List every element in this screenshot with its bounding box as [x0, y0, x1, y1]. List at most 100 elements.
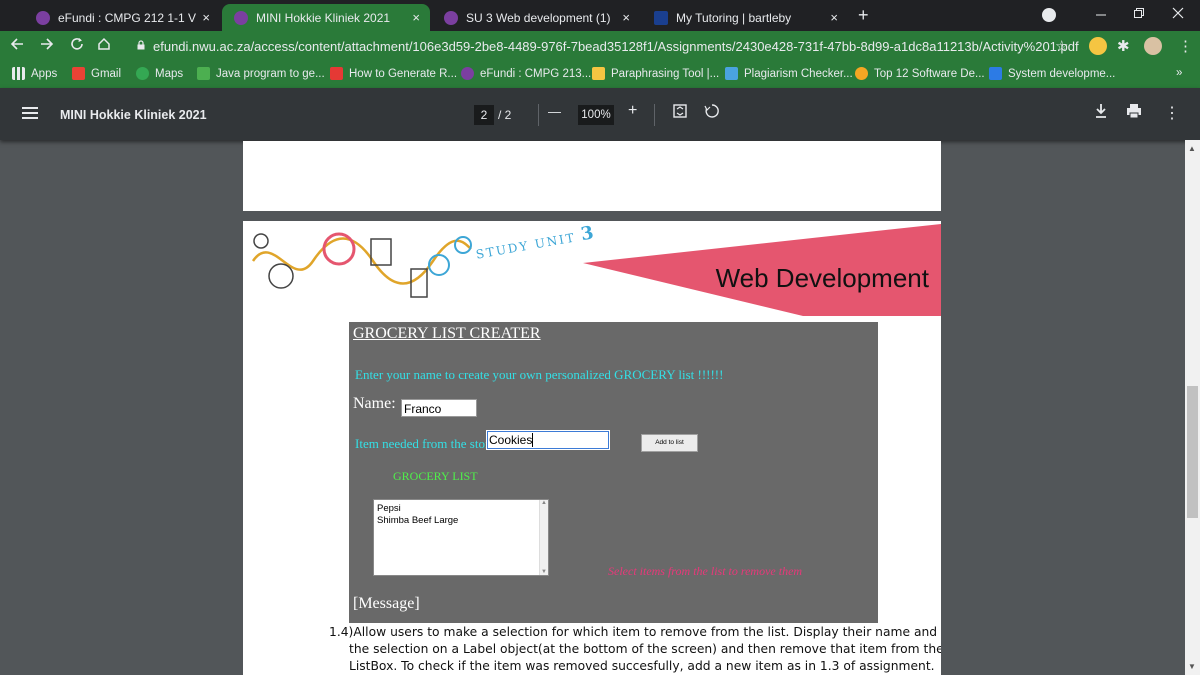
- back-arrow-icon[interactable]: [10, 37, 24, 55]
- name-label: Name:: [353, 395, 396, 412]
- page-number-input[interactable]: 2: [474, 105, 494, 125]
- list-item: Shimba Beef Large: [377, 515, 459, 526]
- efundi-favicon-icon: [36, 10, 50, 25]
- close-icon[interactable]: ×: [412, 10, 420, 25]
- close-window-icon[interactable]: [1172, 6, 1184, 22]
- name-field: Franco: [401, 399, 477, 417]
- bookmark-maps[interactable]: Maps: [136, 67, 183, 80]
- browser-menu-icon[interactable]: ⋮: [1178, 37, 1193, 55]
- scrollbar-thumb[interactable]: [1187, 386, 1198, 518]
- bookmarks-overflow-icon[interactable]: »: [1176, 67, 1182, 79]
- scroll-down-arrow-icon[interactable]: ▼: [1188, 662, 1196, 671]
- page-heading: Web Development: [715, 263, 929, 293]
- site-favicon-icon: [725, 67, 738, 80]
- close-icon[interactable]: ×: [202, 10, 210, 25]
- restore-icon[interactable]: [1133, 6, 1145, 22]
- reload-icon[interactable]: [70, 37, 84, 55]
- scroll-up-arrow-icon: ▲: [541, 500, 547, 506]
- tab-title: eFundi : CMPG 212 1-1 V 2021 : S: [58, 10, 197, 25]
- name-prompt: Enter your name to create your own perso…: [355, 367, 724, 382]
- download-icon[interactable]: [1094, 103, 1108, 124]
- efundi-favicon-icon: [444, 10, 458, 25]
- bookmark-gmail[interactable]: Gmail: [72, 67, 121, 80]
- instruction-line: the selection on a Label object(at the b…: [349, 642, 941, 656]
- previous-page-fragment: [243, 141, 941, 211]
- item-field: Cookies: [486, 430, 610, 450]
- bookmark-label: Gmail: [91, 67, 122, 80]
- pdf-toolbar: MINI Hokkie Kliniek 2021 2 / 2 — 100% + …: [0, 88, 1200, 140]
- bookmark-plagiarism-checker[interactable]: Plagiarism Checker...: [725, 67, 853, 80]
- site-favicon-icon: [330, 67, 343, 80]
- site-favicon-icon: [197, 67, 210, 80]
- grocery-list-heading: GROCERY LIST: [393, 469, 478, 483]
- form-title: GROCERY LIST CREATER: [353, 325, 541, 342]
- tab-strip: eFundi : CMPG 212 1-1 V 2021 : S × MINI …: [0, 0, 1200, 31]
- forward-arrow-icon[interactable]: [40, 37, 54, 55]
- tab-search-icon[interactable]: [1042, 8, 1056, 22]
- bookmark-label: Plagiarism Checker...: [744, 67, 853, 80]
- instruction-line: ListBox. To check if the item was remove…: [349, 659, 935, 673]
- toolbar-divider: [654, 104, 655, 126]
- bookmark-label: Maps: [155, 67, 184, 80]
- bookmark-top-12-software[interactable]: Top 12 Software De...: [855, 67, 985, 80]
- home-icon[interactable]: [97, 37, 111, 55]
- menu-hamburger-icon[interactable]: [22, 107, 38, 120]
- bookmark-how-to-generate[interactable]: How to Generate R...: [330, 67, 457, 80]
- bookmark-system-development[interactable]: System developme...: [989, 67, 1115, 80]
- lock-icon[interactable]: [136, 40, 146, 50]
- bookmark-label: Apps: [31, 67, 58, 80]
- profile-avatar[interactable]: [1144, 37, 1162, 55]
- site-favicon-icon: [989, 67, 1002, 80]
- bartleby-favicon-icon: [654, 10, 668, 25]
- apps-grid-icon: [12, 67, 25, 80]
- scroll-up-arrow-icon[interactable]: ▲: [1188, 144, 1196, 153]
- bookmark-paraphrasing-tool[interactable]: Paraphrasing Tool |...: [592, 67, 719, 80]
- zoom-out-button[interactable]: —: [548, 104, 561, 119]
- page-total: / 2: [498, 108, 512, 122]
- address-bar[interactable]: efundi.nwu.ac.za/access/content/attachme…: [153, 39, 1079, 54]
- zoom-in-button[interactable]: +: [628, 102, 637, 120]
- fit-to-page-icon[interactable]: [672, 103, 688, 124]
- bookmark-star-icon[interactable]: ☆: [1055, 37, 1068, 55]
- banner-illustration-icon: [251, 232, 472, 298]
- efundi-favicon-icon: [461, 67, 474, 80]
- tab-efundi-cmpg212[interactable]: eFundi : CMPG 212 1-1 V 2021 : S ×: [24, 4, 220, 31]
- extension-icon[interactable]: [1089, 37, 1107, 55]
- bookmark-label: System developme...: [1008, 67, 1116, 80]
- bookmarks-bar: Apps Gmail Maps Java program to ge... Ho…: [0, 61, 1200, 88]
- instructions: 1.4)Allow users to make a selection for …: [329, 624, 941, 675]
- gmail-icon: [72, 67, 85, 80]
- tab-title: SU 3 Web development (1): [466, 10, 611, 25]
- bookmark-label: Paraphrasing Tool |...: [611, 67, 720, 80]
- bookmark-label: eFundi : CMPG 213...: [480, 67, 592, 80]
- tab-title: MINI Hokkie Kliniek 2021: [256, 10, 391, 25]
- pdf-title: MINI Hokkie Kliniek 2021: [60, 108, 207, 122]
- bookmark-apps[interactable]: Apps: [12, 67, 57, 80]
- select-hint: Select items from the list to remove the…: [608, 564, 803, 578]
- more-options-icon[interactable]: ⋮: [1164, 103, 1180, 123]
- new-tab-button[interactable]: +: [858, 5, 869, 26]
- maps-pin-icon: [136, 67, 149, 80]
- site-favicon-icon: [592, 67, 605, 80]
- list-item: Pepsi: [377, 503, 401, 514]
- page-scrollbar[interactable]: ▲ ▼: [1185, 140, 1200, 675]
- minimize-icon[interactable]: [1095, 6, 1107, 22]
- bookmark-efundi-cmpg213[interactable]: eFundi : CMPG 213...: [461, 67, 591, 80]
- tab-su3-web-development[interactable]: SU 3 Web development (1) ×: [432, 4, 640, 31]
- listbox-scrollbar: ▲ ▼: [539, 500, 548, 575]
- add-to-list-button: Add to list: [641, 434, 698, 452]
- browser-toolbar: efundi.nwu.ac.za/access/content/attachme…: [0, 31, 1200, 61]
- bookmark-java-program[interactable]: Java program to ge...: [197, 67, 325, 80]
- close-icon[interactable]: ×: [830, 10, 838, 25]
- tab-title: My Tutoring | bartleby: [676, 10, 792, 25]
- instruction-line: 1.4)Allow users to make a selection for …: [329, 625, 938, 639]
- item-label: Item needed from the store:: [355, 436, 499, 451]
- rotate-icon[interactable]: [704, 103, 720, 124]
- tab-mini-hokkie-kliniek[interactable]: MINI Hokkie Kliniek 2021 ×: [222, 4, 430, 31]
- grocery-form-screenshot: GROCERY LIST CREATER Enter your name to …: [349, 322, 878, 623]
- tab-bartleby[interactable]: My Tutoring | bartleby ×: [642, 4, 848, 31]
- extensions-puzzle-icon[interactable]: ✱: [1117, 37, 1130, 55]
- zoom-input[interactable]: 100%: [578, 105, 614, 125]
- close-icon[interactable]: ×: [622, 10, 630, 25]
- print-icon[interactable]: [1126, 103, 1142, 124]
